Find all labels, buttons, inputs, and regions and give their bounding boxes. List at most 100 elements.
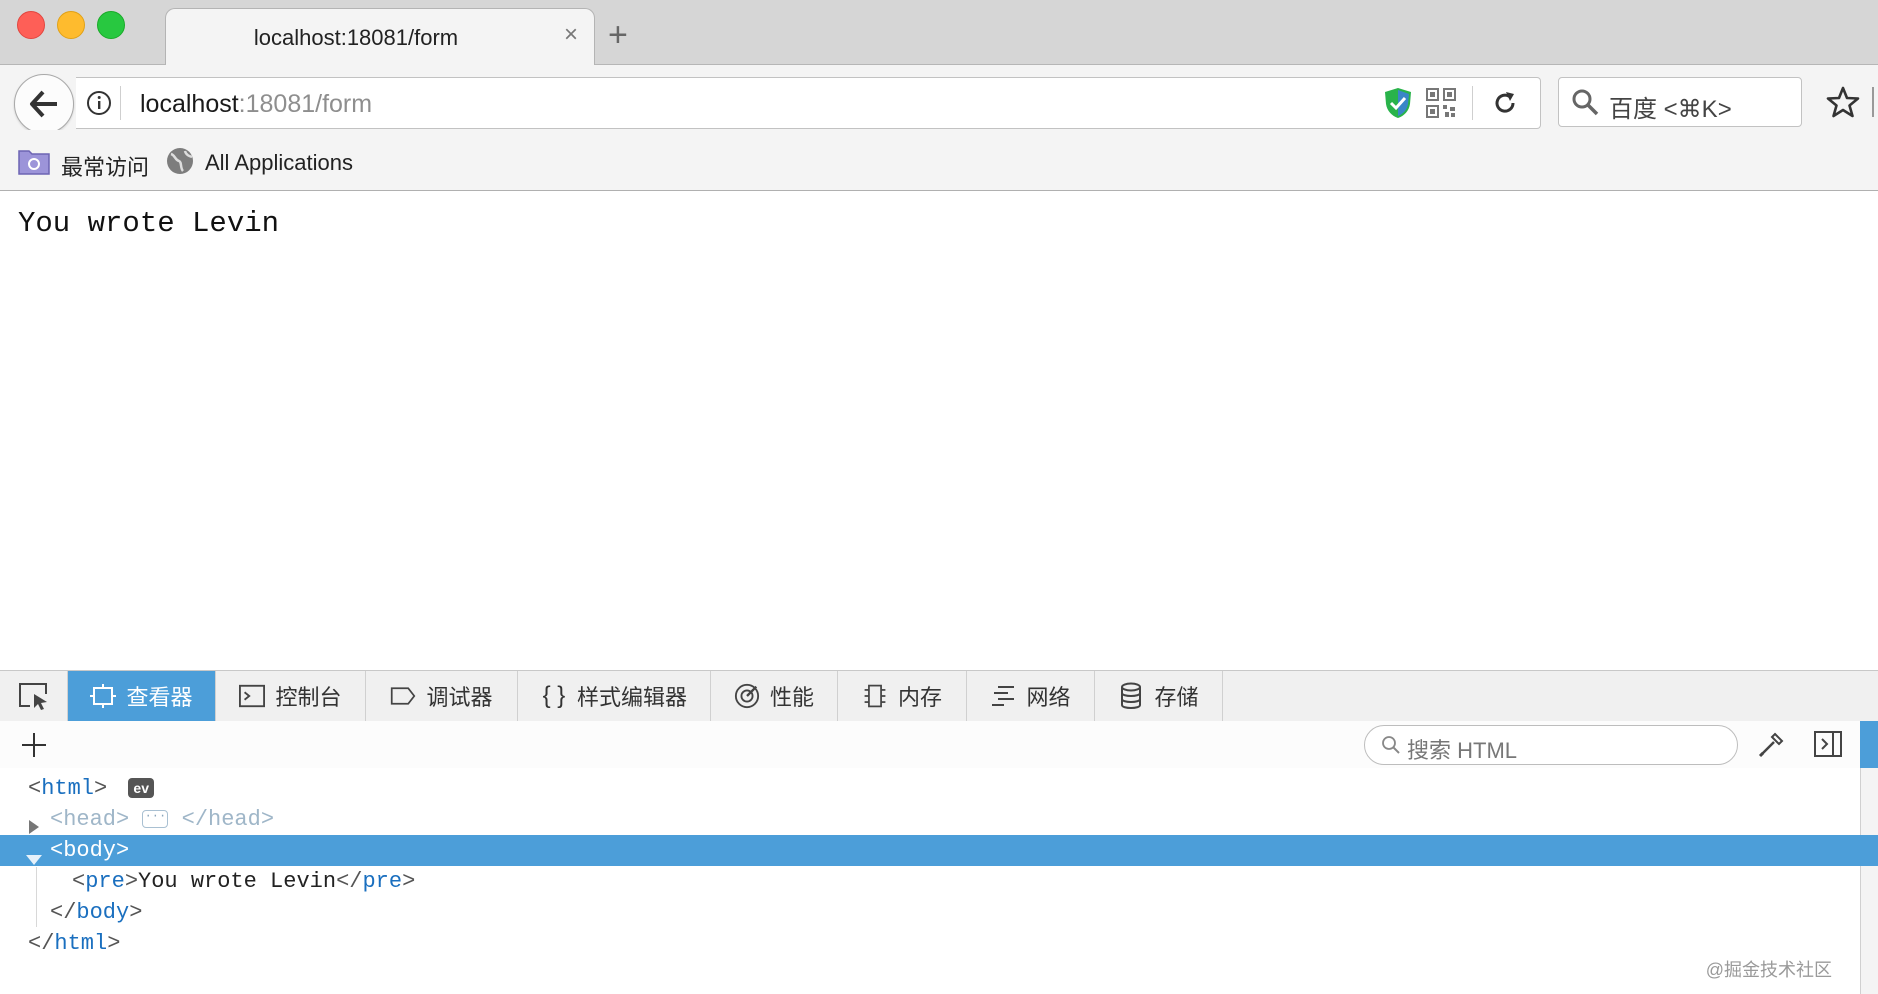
tab-bar: localhost:18081/form × + [0,0,1878,66]
markup-line-head[interactable]: <head> ··· </head> [0,804,1878,835]
performance-icon [734,683,760,709]
element-picker-icon [18,683,47,710]
debugger-icon [390,683,416,709]
tab-performance-label: 性能 [769,685,814,710]
reload-icon[interactable] [1491,89,1519,117]
window-close-button[interactable] [17,11,45,39]
page-pre-text: You wrote Levin [18,207,280,240]
tab-style-editor-label: 样式编辑器 [576,685,687,710]
punct: > [402,869,416,894]
tag-head: head [63,807,117,832]
shield-check-icon[interactable] [1383,87,1413,119]
tab-console-label: 控制台 [275,685,342,710]
url-bar[interactable]: localhost:18081/form [76,77,1541,129]
window-minimize-button[interactable] [57,11,85,39]
tag-body: body [63,838,117,863]
markup-line-pre[interactable]: <pre>You wrote Levin</pre> [0,866,1878,897]
search-bar[interactable]: 百度 <⌘K> [1558,77,1802,127]
watermark: @掘金技术社区 [1705,960,1832,980]
memory-icon [862,683,888,709]
tab-inspector[interactable]: 查看器 [68,671,216,721]
storage-icon [1118,682,1144,709]
inspector-toolbar: 搜索 HTML [0,721,1878,769]
new-tab-button[interactable]: + [608,18,628,52]
element-picker-button[interactable] [0,671,68,721]
punct: > [94,776,108,801]
toolbar-divider [1872,87,1874,117]
tag-body-close: body [76,900,130,925]
inspector-icon [90,683,117,709]
tab-title: localhost:18081/form [253,25,459,50]
punct: </ [181,807,209,832]
devtools-toolbar: 查看器 控制台 调试器 { } 样式编辑器 性能 内存 网络 存储 [0,670,1878,722]
tag-pre: pre [85,869,125,894]
console-icon [239,683,266,709]
event-badge[interactable]: ev [128,778,154,799]
tab-network[interactable]: 网络 [967,671,1095,721]
markup-line-body-selected[interactable]: <body> [0,835,1878,866]
punct: < [28,776,42,801]
folder-icon [18,147,50,175]
tag-head-close: head [208,807,261,832]
html-search-input[interactable]: 搜索 HTML [1364,725,1738,765]
toggle-sidebar-icon[interactable] [1814,731,1842,757]
tag-html: html [41,776,95,801]
network-icon [990,683,1016,709]
punct: > [124,869,139,894]
tag-pre-close: pre [362,869,403,894]
tab-console[interactable]: 控制台 [216,671,366,721]
punct: > [129,900,143,925]
bookmark-most-visited[interactable]: 最常访问 [61,150,149,182]
tab-memory[interactable]: 内存 [838,671,967,721]
punct: </ [28,931,55,956]
punct: > [107,931,121,956]
back-arrow-icon [30,90,57,118]
markup-line-html-open[interactable]: <html> ev [0,773,1878,804]
punct: > [116,807,130,832]
tab-storage-label: 存储 [1154,685,1199,710]
html-search-placeholder: 搜索 HTML [1407,738,1518,763]
back-button[interactable] [14,74,74,134]
bookmark-all-applications[interactable]: All Applications [205,150,353,176]
info-icon[interactable] [86,90,112,116]
search-icon [1381,735,1401,755]
punct: < [50,838,64,863]
markup-line-html-close[interactable]: </html> [0,928,1878,959]
punct: > [260,807,275,832]
window-zoom-button[interactable] [97,11,125,39]
tab-performance[interactable]: 性能 [711,671,838,721]
bookmarks-bar: 最常访问 All Applications [0,130,1878,191]
tab-storage[interactable]: 存储 [1095,671,1223,721]
page-content: You wrote Levin [0,191,1878,670]
markup-view: <html> ev <head> ··· </head> <body> <pre… [0,768,1878,994]
search-placeholder: 百度 <⌘K> [1609,96,1732,123]
braces-icon: { } [542,682,566,709]
url-path: :18081/form [238,90,373,118]
tab-debugger-label: 调试器 [426,685,493,710]
tab-close-icon[interactable]: × [564,23,578,47]
punct: </ [50,900,77,925]
tab-network-label: 网络 [1026,685,1071,710]
url-text[interactable]: localhost:18081/form [140,90,372,119]
star-icon[interactable] [1826,85,1860,119]
url-divider [120,86,121,120]
tab-style-editor[interactable]: { } 样式编辑器 [518,671,711,721]
tab-inspector-label: 查看器 [126,685,193,710]
pre-text-node: You wrote Levin [138,869,337,894]
add-node-icon[interactable] [20,731,48,759]
sidepanel-tab-accent [1860,721,1878,768]
navigation-bar: localhost:18081/form 百度 <⌘K> [0,65,1878,134]
url-host: localhost [140,90,239,118]
active-tab[interactable]: localhost:18081/form × [165,8,595,66]
url-divider-2 [1472,86,1473,120]
punct: < [72,869,86,894]
punct: > [116,838,130,863]
eyedropper-icon[interactable] [1757,731,1785,759]
collapsed-ellipsis[interactable]: ··· [142,810,169,829]
globe-icon [165,146,195,176]
search-icon [1571,88,1599,116]
tag-html-close: html [54,931,108,956]
tab-debugger[interactable]: 调试器 [366,671,518,721]
markup-line-body-close[interactable]: </body> [0,897,1878,928]
qr-code-icon[interactable] [1426,88,1456,118]
